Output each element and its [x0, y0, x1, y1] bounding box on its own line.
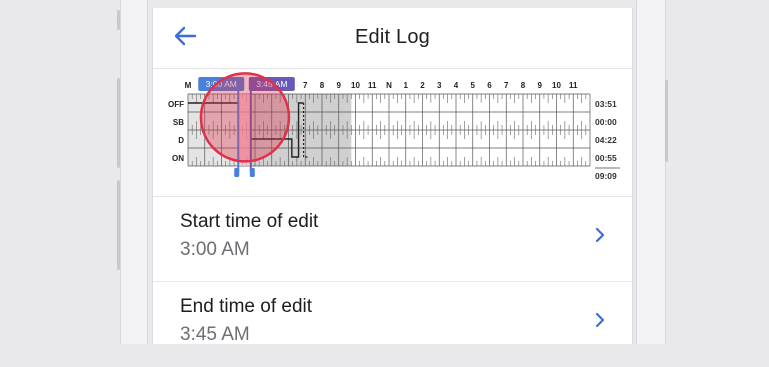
- hour-label: 7: [504, 81, 509, 90]
- grand-total: 09:09: [595, 171, 617, 181]
- hour-label: 5: [471, 81, 476, 90]
- log-grid-area[interactable]: OFF 03:51 SB 00:00 D 04:22 ON 00:55 09:09 M 1 2 3 4 5 6…: [153, 68, 632, 197]
- hour-label: 11: [569, 81, 578, 90]
- start-time-row[interactable]: Start time of edit 3:00 AM: [153, 197, 632, 282]
- hour-label: 1: [404, 81, 409, 90]
- nav-header: Edit Log: [153, 8, 632, 69]
- left-edge-handle: [117, 10, 120, 30]
- end-time-row[interactable]: End time of edit 3:45 AM: [153, 282, 632, 367]
- start-time-value: 3:00 AM: [180, 239, 250, 260]
- right-background-panel: [636, 0, 668, 344]
- end-time-value: 3:45 AM: [180, 324, 250, 345]
- hour-label: 3: [437, 81, 442, 90]
- hour-label: 10: [351, 81, 360, 90]
- row-total: 00:55: [595, 153, 617, 163]
- row-total: 03:51: [595, 99, 617, 109]
- touch-indicator: [199, 72, 291, 163]
- page-title: Edit Log: [355, 26, 430, 48]
- hour-label: 2: [420, 81, 425, 90]
- status-row-label: D: [178, 136, 184, 145]
- chevron-right-icon[interactable]: [590, 225, 610, 245]
- hour-label: N: [386, 81, 392, 90]
- chevron-right-icon[interactable]: [590, 310, 610, 330]
- hour-label: 6: [487, 81, 492, 90]
- left-edge-handle: [117, 180, 120, 270]
- end-time-label: End time of edit: [180, 296, 313, 317]
- phone-screen: Edit Log OFF 03:51 SB 00:00 D 04:22 ON 00:55 09:…: [152, 8, 633, 367]
- hour-label: 10: [552, 81, 561, 90]
- hour-label: 8: [320, 81, 325, 90]
- left-edge-handle: [117, 78, 120, 168]
- end-drag-handle[interactable]: [249, 168, 255, 177]
- hour-label: M: [185, 81, 192, 90]
- right-edge-handle: [665, 80, 668, 162]
- start-drag-handle[interactable]: [234, 168, 240, 177]
- left-background-panel: [117, 0, 148, 344]
- start-time-label: Start time of edit: [180, 211, 319, 232]
- row-total: 00:00: [595, 117, 617, 127]
- hour-label: 9: [337, 81, 342, 90]
- status-row-label: OFF: [168, 100, 184, 109]
- row-total: 04:22: [595, 135, 617, 145]
- hour-label: 9: [538, 81, 543, 90]
- status-row-label: SB: [173, 118, 184, 127]
- status-row-label: ON: [172, 154, 184, 163]
- hour-label: 8: [521, 81, 526, 90]
- hour-label: 4: [454, 81, 459, 90]
- hour-label: 7: [303, 81, 308, 90]
- hour-label: 11: [368, 81, 377, 90]
- log-grid[interactable]: OFF 03:51 SB 00:00 D 04:22 ON 00:55 09:09 M 1 2 3 4 5 6…: [153, 68, 632, 196]
